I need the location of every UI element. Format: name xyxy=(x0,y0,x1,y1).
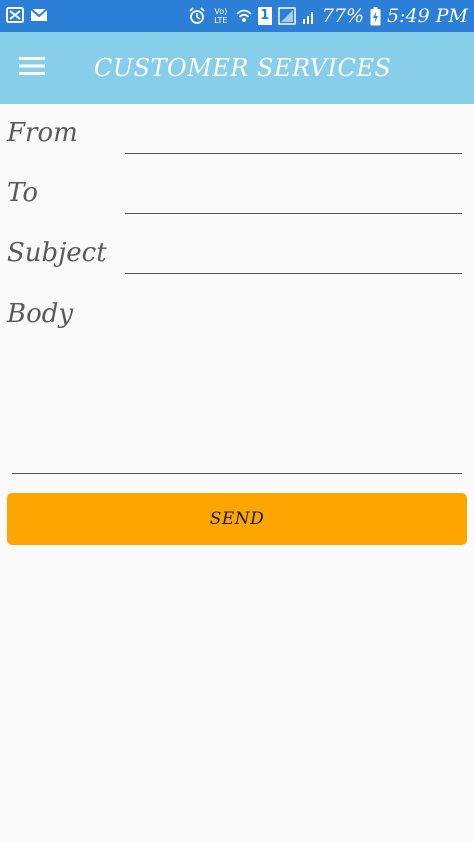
sim-badge: 1 xyxy=(257,7,272,25)
subject-input[interactable] xyxy=(125,240,462,274)
body-label: Body xyxy=(7,299,74,329)
to-input[interactable] xyxy=(125,180,462,214)
system-status: Vo) LTE 1 77% 5:49 PM xyxy=(188,4,468,28)
battery-percent: 77% xyxy=(321,5,365,27)
signal-icon-sim2 xyxy=(302,7,316,25)
navigation-menu-button[interactable] xyxy=(12,48,52,88)
send-button[interactable]: SEND xyxy=(7,493,467,545)
page-title: CUSTOMER SERVICES xyxy=(94,54,392,82)
signal-icon-sim1 xyxy=(278,7,296,25)
hamburger-menu-icon xyxy=(19,56,45,80)
app-bar: CUSTOMER SERVICES xyxy=(0,32,474,104)
status-bar: Vo) LTE 1 77% 5:49 PM xyxy=(0,0,474,32)
battery-charging-icon xyxy=(370,6,381,26)
wifi-icon xyxy=(236,7,252,25)
network-label: Vo) LTE xyxy=(214,7,228,25)
notification-icons xyxy=(6,7,48,27)
clock-time: 5:49 PM xyxy=(387,5,468,27)
email-icon xyxy=(30,7,48,27)
to-label: To xyxy=(7,178,38,208)
from-label: From xyxy=(7,118,78,148)
from-input[interactable] xyxy=(125,120,462,154)
close-notification-icon xyxy=(6,7,24,27)
alarm-icon xyxy=(188,7,206,25)
body-textarea[interactable] xyxy=(12,342,462,474)
subject-label: Subject xyxy=(7,238,107,268)
